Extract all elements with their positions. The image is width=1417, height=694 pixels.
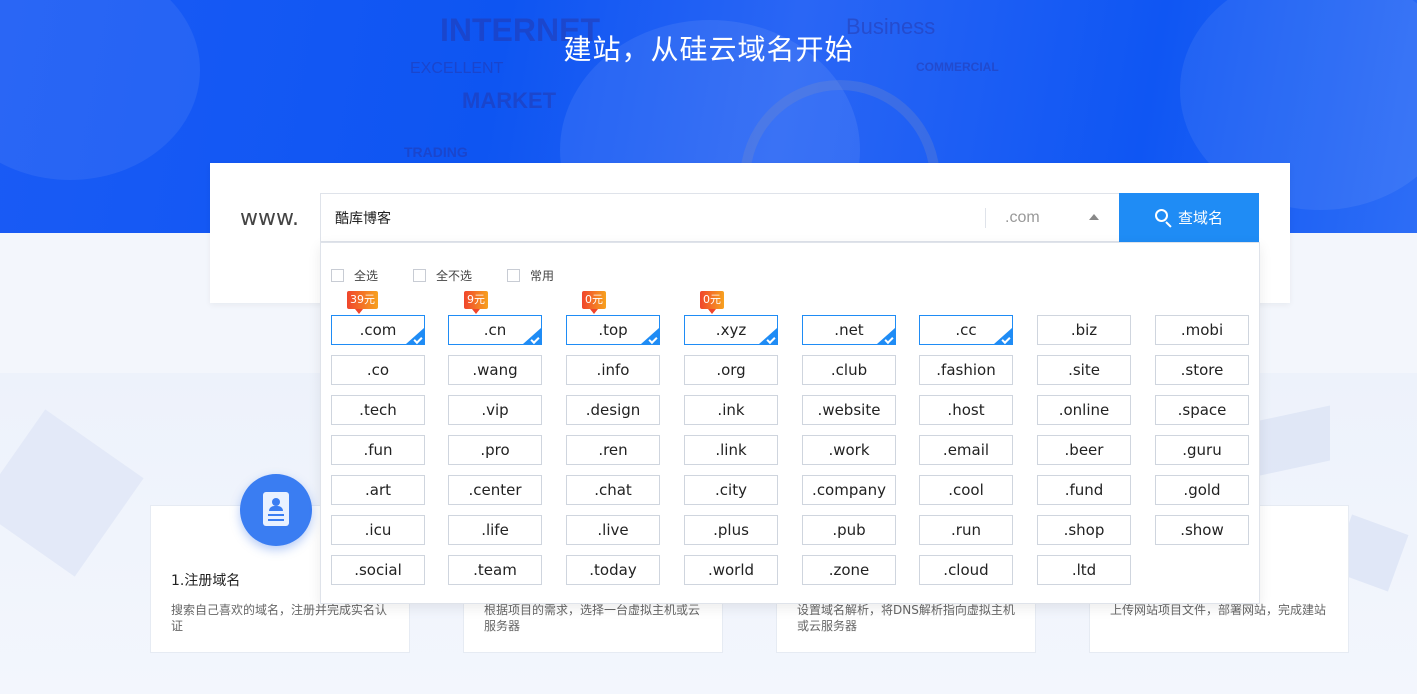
suffix-tile[interactable]: .zone xyxy=(802,555,896,585)
suffix-tile[interactable]: .world xyxy=(684,555,778,585)
suffix-tile[interactable]: .shop xyxy=(1037,515,1131,545)
suffix-tile[interactable]: .site xyxy=(1037,355,1131,385)
divider xyxy=(985,208,986,228)
suffix-tile[interactable]: .guru xyxy=(1155,435,1249,465)
suffix-tile[interactable]: .net xyxy=(802,315,896,345)
suffix-tile[interactable]: .design xyxy=(566,395,660,425)
caret-up-icon xyxy=(1089,214,1099,220)
price-badge: 39元 xyxy=(347,291,378,314)
domain-search-input[interactable] xyxy=(335,194,975,241)
checkbox[interactable] xyxy=(331,269,344,282)
suffix-tile[interactable]: .website xyxy=(802,395,896,425)
search-icon xyxy=(1154,209,1172,228)
search-box: .com xyxy=(320,193,1120,242)
suffix-tile[interactable]: .cn xyxy=(448,315,542,345)
suffix-tile[interactable]: .ren xyxy=(566,435,660,465)
suffix-tile[interactable]: .plus xyxy=(684,515,778,545)
suffix-tile[interactable]: .today xyxy=(566,555,660,585)
step-description: 设置域名解析，将DNS解析指向虚拟主机或云服务器 xyxy=(797,603,1015,633)
suffix-tile[interactable]: .ink xyxy=(684,395,778,425)
hero-deco-word: TRADING xyxy=(404,144,468,160)
suffix-tile[interactable]: .icu xyxy=(331,515,425,545)
suffix-tile[interactable]: .tech xyxy=(331,395,425,425)
price-badge: 9元 xyxy=(464,291,488,314)
select-all-option[interactable]: 全选 xyxy=(331,267,378,284)
suffix-tile[interactable]: .club xyxy=(802,355,896,385)
suffix-tile[interactable]: .wang xyxy=(448,355,542,385)
common-option[interactable]: 常用 xyxy=(507,267,554,284)
suffix-tile[interactable]: .vip xyxy=(448,395,542,425)
suffix-tile[interactable]: .xyz xyxy=(684,315,778,345)
select-none-option[interactable]: 全不选 xyxy=(413,267,472,284)
suffix-tile[interactable]: .pub xyxy=(802,515,896,545)
hero-deco-word: MARKET xyxy=(462,88,557,113)
step-description: 搜索自己喜欢的域名，注册并完成实名认证 xyxy=(171,603,388,633)
suffix-select[interactable]: .com xyxy=(1005,194,1119,241)
suffix-tile[interactable]: .city xyxy=(684,475,778,505)
suffix-tile[interactable]: .life xyxy=(448,515,542,545)
suffix-dropdown: 全选 全不选 常用 .com 39元 .cn 9元 .top 0元 .xyz 0元 .net .c… xyxy=(320,242,1260,604)
suffix-tile[interactable]: .company xyxy=(802,475,896,505)
suffix-tile[interactable]: .work xyxy=(802,435,896,465)
suffix-tile[interactable]: .cool xyxy=(919,475,1013,505)
suffix-tile[interactable]: .space xyxy=(1155,395,1249,425)
suffix-tile[interactable]: .com xyxy=(331,315,425,345)
suffix-tile[interactable]: .mobi xyxy=(1155,315,1249,345)
suffix-tile[interactable]: .info xyxy=(566,355,660,385)
suffix-tile[interactable]: .show xyxy=(1155,515,1249,545)
selection-options: 全选 全不选 常用 xyxy=(331,267,589,284)
price-badge: 0元 xyxy=(700,291,724,314)
suffix-tile[interactable]: .art xyxy=(331,475,425,505)
step-title: 1.注册域名 xyxy=(171,573,241,589)
suffix-tile[interactable]: .pro xyxy=(448,435,542,465)
suffix-tile[interactable]: .online xyxy=(1037,395,1131,425)
suffix-tile[interactable]: .ltd xyxy=(1037,555,1131,585)
checkbox[interactable] xyxy=(413,269,427,282)
suffix-tile[interactable]: .team xyxy=(448,555,542,585)
hero-title: 建站，从硅云域名开始 xyxy=(563,33,854,66)
checkbox[interactable] xyxy=(507,269,521,282)
suffix-select-value: .com xyxy=(1005,209,1040,226)
step-description: 上传网站项目文件，部署网站，完成建站 xyxy=(1110,603,1327,617)
decor-shape xyxy=(1260,405,1330,476)
suffix-tile[interactable]: .cc xyxy=(919,315,1013,345)
suffix-tile[interactable]: .biz xyxy=(1037,315,1131,345)
price-badge: 0元 xyxy=(582,291,606,314)
suffix-tile[interactable]: .social xyxy=(331,555,425,585)
search-button-label: 查域名 xyxy=(1177,209,1223,227)
www-prefix: www. xyxy=(240,206,299,231)
suffix-tile[interactable]: .beer xyxy=(1037,435,1131,465)
suffix-tile[interactable]: .co xyxy=(331,355,425,385)
suffix-tile[interactable]: .top xyxy=(566,315,660,345)
suffix-tile[interactable]: .email xyxy=(919,435,1013,465)
suffix-tile[interactable]: .live xyxy=(566,515,660,545)
suffix-tile[interactable]: .link xyxy=(684,435,778,465)
suffix-tile[interactable]: .gold xyxy=(1155,475,1249,505)
suffix-tile[interactable]: .chat xyxy=(566,475,660,505)
suffix-tile[interactable]: .run xyxy=(919,515,1013,545)
search-domain-button[interactable]: 查域名 xyxy=(1119,193,1259,242)
suffix-tile[interactable]: .org xyxy=(684,355,778,385)
suffix-tile[interactable]: .host xyxy=(919,395,1013,425)
hero-decoration xyxy=(0,0,200,180)
step-description: 根据项目的需求，选择一台虚拟主机或云服务器 xyxy=(484,603,701,633)
suffix-tile[interactable]: .cloud xyxy=(919,555,1013,585)
suffix-tile[interactable]: .center xyxy=(448,475,542,505)
suffix-tile[interactable]: .fashion xyxy=(919,355,1013,385)
decor-shape xyxy=(0,409,144,577)
register-domain-icon xyxy=(240,474,312,546)
suffix-tile[interactable]: .store xyxy=(1155,355,1249,385)
suffix-tile[interactable]: .fund xyxy=(1037,475,1131,505)
suffix-tile[interactable]: .fun xyxy=(331,435,425,465)
